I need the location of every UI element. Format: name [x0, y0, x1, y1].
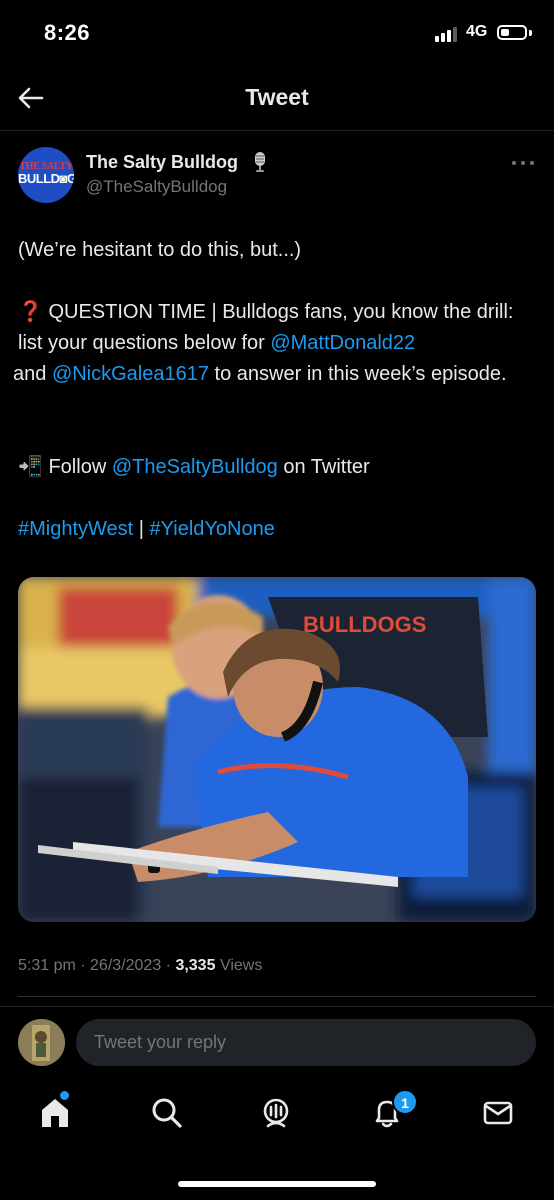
tweet-question-text-c: to answer in this week’s episode. [209, 363, 507, 385]
author-name[interactable]: The Salty Bulldog [86, 152, 238, 173]
mention-link[interactable]: @TheSaltyBulldog [112, 456, 278, 478]
user-avatar-image [18, 1019, 65, 1066]
meta-divider [18, 996, 536, 997]
notifications-badge: 1 [392, 1089, 418, 1115]
page-title: Tweet [245, 84, 309, 110]
header-divider [0, 130, 554, 131]
tweet-question: ❓ QUESTION TIME | Bulldogs fans, you kno… [13, 297, 538, 390]
mention-link[interactable]: @MattDonald22 [270, 332, 415, 354]
tweet-question-text-a: QUESTION TIME | Bulldogs fans, you know … [18, 301, 514, 354]
hashtag-link[interactable]: #MightyWest [18, 518, 133, 540]
user-avatar[interactable] [18, 1019, 65, 1066]
views-count[interactable]: 3,335 [175, 957, 215, 974]
tweet-date: 26/3/2023 [90, 957, 162, 974]
mention-link[interactable]: @NickGalea1617 [52, 363, 209, 385]
tweet-follow-text-b: on Twitter [277, 456, 370, 478]
tweet-question-text-b: and [13, 363, 52, 385]
hashtag-separator: | [133, 518, 150, 540]
tweet-photo: BULLDOGS [18, 577, 536, 922]
author-handle[interactable]: @TheSaltyBulldog [86, 177, 227, 197]
more-options-icon[interactable] [510, 158, 536, 168]
tweet-time: 5:31 pm [18, 957, 76, 974]
status-time: 8:26 [44, 20, 91, 45]
tweet-hashtags: #MightyWest | #YieldYoNone [18, 514, 538, 545]
tweet-follow-text-a: Follow [42, 456, 112, 478]
microphone-icon [255, 152, 265, 172]
reply-placeholder: Tweet your reply [94, 1032, 227, 1052]
network-type: 4G [466, 23, 488, 40]
author-avatar[interactable]: THE SALTY BULLD◙G [18, 147, 74, 203]
signal-strength-icon [435, 26, 463, 42]
home-indicator [178, 1181, 376, 1187]
home-new-dot [60, 1091, 69, 1100]
views-label: Views [219, 957, 263, 974]
messages-icon[interactable] [481, 1096, 515, 1130]
meta-sep: · [75, 957, 91, 974]
image-jersey-text: BULLDOGS [303, 612, 426, 637]
question-mark-icon: ❓ [18, 301, 43, 323]
search-icon[interactable] [150, 1096, 184, 1130]
hashtag-link[interactable]: #YieldYoNone [150, 518, 275, 540]
meta-sep: · [161, 957, 176, 974]
battery-icon [497, 25, 527, 40]
spaces-icon[interactable] [259, 1096, 293, 1130]
tweet-intro: (We’re hesitant to do this, but...) [18, 239, 302, 261]
tweet-meta: 5:31 pm · 26/3/2023 · 3,335 Views [18, 957, 262, 975]
phone-arrow-icon: 📲 [18, 456, 43, 478]
avatar-line2: BULLD◙G [18, 171, 74, 186]
reply-divider [0, 1006, 554, 1007]
tweet-follow: 📲 Follow @TheSaltyBulldog on Twitter [18, 452, 538, 483]
home-icon[interactable] [38, 1096, 72, 1130]
battery-nub [529, 30, 532, 36]
tweet-image[interactable]: BULLDOGS [18, 577, 536, 922]
